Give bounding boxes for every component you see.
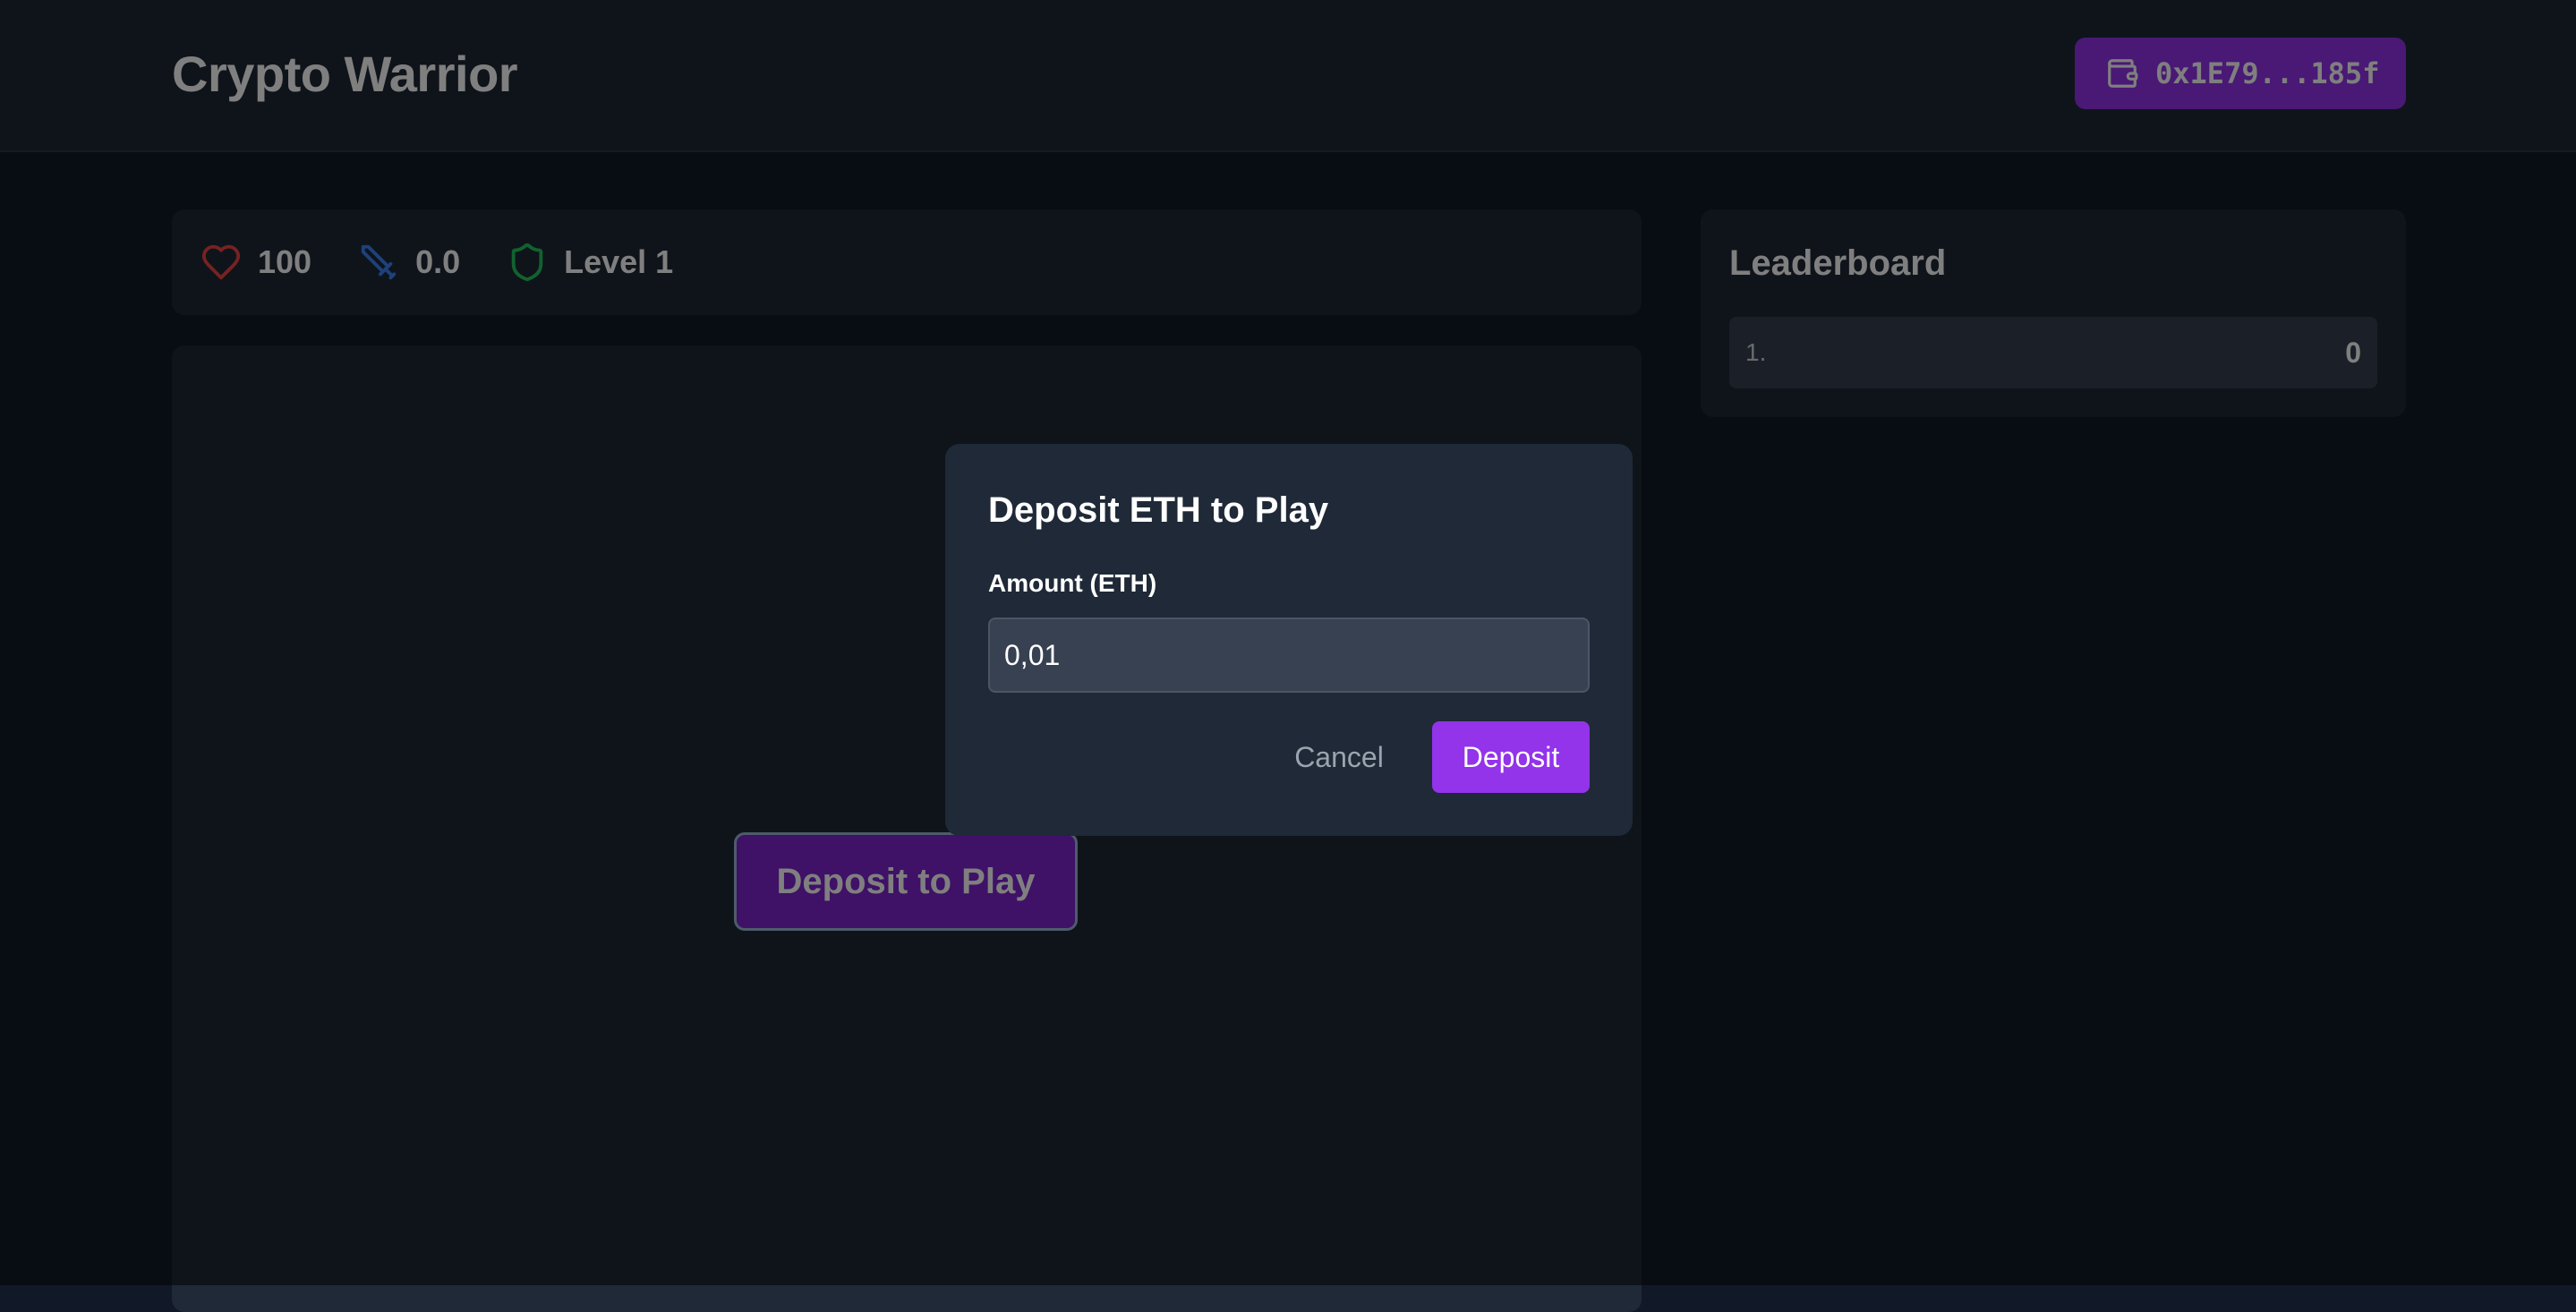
modal-title: Deposit ETH to Play (988, 490, 1329, 530)
amount-input[interactable] (988, 618, 1590, 693)
cancel-button[interactable]: Cancel (1284, 721, 1395, 793)
deposit-button[interactable]: Deposit (1432, 721, 1590, 793)
deposit-modal: Deposit ETH to Play Amount (ETH) Cancel … (945, 444, 1633, 836)
amount-label: Amount (ETH) (988, 569, 1157, 597)
